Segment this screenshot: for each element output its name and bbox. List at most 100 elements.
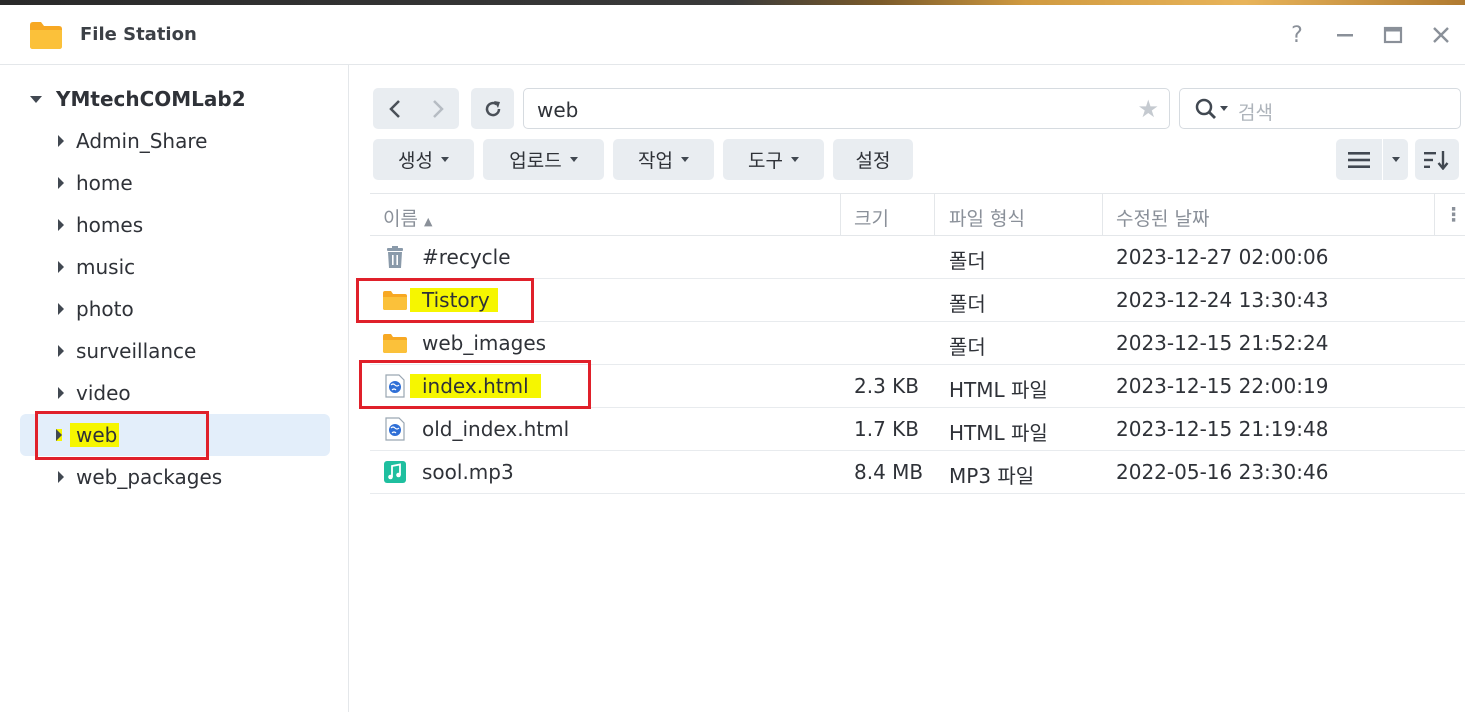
collapsed-caret-icon[interactable] bbox=[56, 429, 62, 441]
help-button[interactable]: ? bbox=[1283, 21, 1311, 49]
file-name: Tistory bbox=[410, 288, 498, 312]
sidebar-item-admin-share[interactable]: Admin_Share bbox=[20, 120, 330, 162]
sidebar-item-label: surveillance bbox=[76, 339, 197, 363]
file-modified: 2022-05-16 23:30:46 bbox=[1116, 460, 1329, 484]
file-name: sool.mp3 bbox=[422, 460, 514, 484]
window-title: File Station bbox=[80, 24, 197, 45]
file-type: 폴더 bbox=[949, 249, 986, 273]
dropdown-caret-icon bbox=[569, 157, 578, 162]
column-separator[interactable] bbox=[934, 194, 935, 236]
sidebar-item-label: home bbox=[76, 171, 133, 195]
file-modified: 2023-12-15 21:19:48 bbox=[1116, 417, 1329, 441]
table-header: 이름 ▲ 크기 파일 형식 수정된 날짜 ⋮ bbox=[370, 193, 1465, 236]
table-row[interactable]: #recycle 폴더 2023-12-27 02:00:06 bbox=[370, 236, 1465, 279]
file-modified: 2023-12-24 13:30:43 bbox=[1116, 288, 1329, 312]
folder-icon bbox=[383, 334, 407, 353]
file-list-panel: web ★ 검색 생성 업로드 작업 도구 설정 이름 ▲ 크기 파일 형식 수… bbox=[350, 65, 1465, 712]
minimize-button[interactable] bbox=[1331, 21, 1359, 49]
list-view-icon bbox=[1348, 151, 1370, 168]
table-row[interactable]: sool.mp3 8.4 MB MP3 파일 2022-05-16 23:30:… bbox=[370, 451, 1465, 494]
table-row[interactable]: Tistory 폴더 2023-12-24 13:30:43 bbox=[370, 279, 1465, 322]
sidebar-item-web-packages[interactable]: web_packages bbox=[20, 456, 330, 498]
folder-tree-sidebar: YMtechCOMLab2 Admin_Share home homes mus… bbox=[0, 65, 349, 712]
table-row[interactable]: web_images 폴더 2023-12-15 21:52:24 bbox=[370, 322, 1465, 365]
music-file-icon bbox=[384, 461, 406, 483]
settings-button-label: 설정 bbox=[855, 150, 891, 172]
column-separator[interactable] bbox=[840, 194, 841, 236]
collapsed-caret-icon[interactable] bbox=[58, 471, 64, 483]
sidebar-item-web[interactable]: web bbox=[20, 414, 330, 456]
file-size: 1.7 KB bbox=[854, 417, 919, 441]
sidebar-item-video[interactable]: video bbox=[20, 372, 330, 414]
list-view-button[interactable] bbox=[1336, 139, 1382, 180]
column-header-type[interactable]: 파일 형식 bbox=[949, 204, 1025, 231]
sidebar-item-music[interactable]: music bbox=[20, 246, 330, 288]
tools-button[interactable]: 도구 bbox=[723, 139, 824, 180]
refresh-button[interactable] bbox=[471, 88, 514, 129]
sidebar-item-home[interactable]: home bbox=[20, 162, 330, 204]
expanded-caret-icon[interactable] bbox=[30, 95, 42, 103]
favorite-star-icon[interactable]: ★ bbox=[1137, 95, 1159, 123]
sidebar-item-label: music bbox=[76, 255, 136, 279]
search-placeholder: 검색 bbox=[1238, 102, 1273, 124]
dropdown-caret-icon bbox=[440, 157, 449, 162]
file-name: web_images bbox=[422, 331, 547, 355]
refresh-icon bbox=[485, 100, 500, 116]
file-size: 2.3 KB bbox=[854, 374, 919, 398]
file-table: 이름 ▲ 크기 파일 형식 수정된 날짜 ⋮ #recycle 폴더 2023-… bbox=[370, 193, 1465, 494]
sort-icon bbox=[1424, 150, 1449, 170]
file-type: HTML 파일 bbox=[949, 421, 1048, 445]
tools-button-label: 도구 bbox=[748, 150, 783, 172]
minimize-icon bbox=[1337, 34, 1353, 37]
create-button[interactable]: 생성 bbox=[373, 139, 474, 180]
dropdown-caret-icon bbox=[1391, 157, 1400, 162]
back-button[interactable] bbox=[373, 88, 416, 129]
collapsed-caret-icon[interactable] bbox=[58, 261, 64, 273]
search-options-caret-icon[interactable] bbox=[1220, 106, 1228, 111]
column-header-name[interactable]: 이름 ▲ bbox=[383, 204, 432, 231]
file-type: MP3 파일 bbox=[949, 464, 1035, 488]
file-type: 폴더 bbox=[949, 292, 986, 316]
column-header-modified[interactable]: 수정된 날짜 bbox=[1116, 204, 1209, 231]
collapsed-caret-icon[interactable] bbox=[58, 219, 64, 231]
collapsed-caret-icon[interactable] bbox=[58, 177, 64, 189]
column-separator[interactable] bbox=[1102, 194, 1103, 236]
file-name: index.html bbox=[410, 374, 541, 398]
forward-button[interactable] bbox=[416, 88, 459, 129]
dropdown-caret-icon bbox=[680, 157, 689, 162]
file-station-folder-icon bbox=[30, 22, 62, 49]
collapsed-caret-icon[interactable] bbox=[58, 345, 64, 357]
path-field[interactable]: web ★ bbox=[523, 88, 1170, 129]
create-button-label: 생성 bbox=[398, 150, 433, 172]
collapsed-caret-icon[interactable] bbox=[58, 303, 64, 315]
collapsed-caret-icon[interactable] bbox=[58, 135, 64, 147]
upload-button[interactable]: 업로드 bbox=[483, 139, 604, 180]
column-separator[interactable] bbox=[1434, 194, 1435, 236]
folder-icon bbox=[383, 291, 407, 310]
settings-button[interactable]: 설정 bbox=[833, 139, 913, 180]
sort-button[interactable] bbox=[1415, 139, 1459, 180]
view-options-dropdown[interactable] bbox=[1383, 139, 1408, 180]
maximize-button[interactable] bbox=[1379, 21, 1407, 49]
tree-root-node[interactable]: YMtechCOMLab2 bbox=[30, 85, 246, 113]
table-row[interactable]: old_index.html 1.7 KB HTML 파일 2023-12-15… bbox=[370, 408, 1465, 451]
collapsed-caret-icon[interactable] bbox=[58, 387, 64, 399]
action-button[interactable]: 작업 bbox=[613, 139, 714, 180]
chevron-right-icon bbox=[432, 99, 444, 118]
search-input[interactable]: 검색 bbox=[1179, 88, 1461, 129]
sidebar-item-label: web_packages bbox=[76, 465, 223, 489]
file-name: #recycle bbox=[422, 245, 511, 269]
sidebar-item-photo[interactable]: photo bbox=[20, 288, 330, 330]
sidebar-item-surveillance[interactable]: surveillance bbox=[20, 330, 330, 372]
file-type: HTML 파일 bbox=[949, 378, 1048, 402]
table-row[interactable]: index.html 2.3 KB HTML 파일 2023-12-15 22:… bbox=[370, 365, 1465, 408]
sidebar-item-label: Admin_Share bbox=[76, 129, 208, 153]
sort-ascending-icon: ▲ bbox=[424, 215, 433, 228]
column-options-icon[interactable]: ⋮ bbox=[1444, 204, 1463, 226]
file-size: 8.4 MB bbox=[854, 460, 924, 484]
action-button-label: 작업 bbox=[638, 150, 673, 172]
column-header-size[interactable]: 크기 bbox=[854, 204, 889, 231]
close-icon bbox=[1433, 27, 1449, 43]
sidebar-item-homes[interactable]: homes bbox=[20, 204, 330, 246]
close-button[interactable] bbox=[1427, 21, 1455, 49]
